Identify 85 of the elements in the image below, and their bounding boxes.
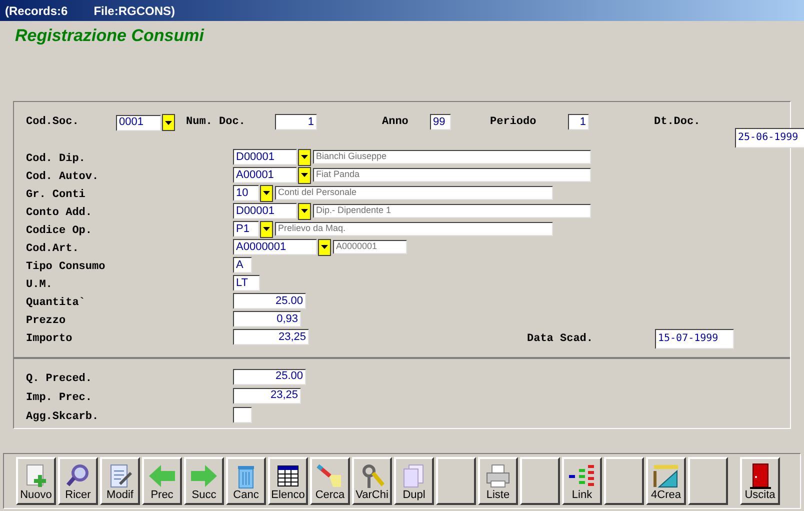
dropdown-button[interactable] [298,166,311,184]
toolbar-button[interactable]: Ricer [58,457,98,505]
empty-toolbar-button[interactable] [520,457,560,505]
field-label: Agg.Skcarb. [26,410,99,422]
toolbar-button[interactable]: Liste [478,457,518,505]
toolbar-button[interactable]: Nuovo [16,457,56,505]
field-label: U.M. [26,279,52,291]
field-label: Dt.Doc. [654,114,700,130]
input-field[interactable]: D00001 [233,203,297,219]
field-label: Prezzo [26,315,66,327]
caret-icon [301,155,308,159]
field-label: Anno [382,114,408,130]
input-field[interactable]: 1 [568,114,589,130]
input-field[interactable]: LT [233,275,260,291]
toolbar-button[interactable]: 4Crea [646,457,686,505]
dropdown-button[interactable] [260,220,273,238]
toolbar-button[interactable]: Succ [184,457,224,505]
toolbar-button[interactable]: Uscita [740,457,780,505]
field-label: Cod.Soc. [26,114,79,130]
field-label: Conto Add. [26,207,92,219]
field-label: Imp. Prec. [26,392,92,404]
input-field[interactable]: 25-06-1999 [735,128,804,148]
toolbar-button[interactable]: VarChi [352,457,392,505]
description-field: Prelievo da Maq. [275,222,553,236]
field-label: Codice Op. [26,225,92,237]
empty-toolbar-button[interactable] [688,457,728,505]
input-field[interactable]: 0,93 [233,311,301,327]
window-title: (Records:6 [5,2,68,20]
empty-toolbar-button[interactable] [436,457,476,505]
description-field: Dip.- Dipendente 1 [313,204,591,218]
field-label: Q. Preced. [26,372,92,384]
field-label: Importo [26,333,72,345]
field-label: Cod.Art. [26,243,79,255]
field-label: Quantita` [26,297,86,309]
caret-icon [301,173,308,177]
left-arrow-icon [147,463,177,489]
input-field[interactable]: A [233,257,252,273]
description-field: Conti del Personale [275,186,553,200]
dropdown-button[interactable] [298,202,311,220]
caret-icon [301,209,308,213]
form-heading: Registrazione Consumi [15,26,204,45]
input-field[interactable]: 99 [430,114,451,130]
toolbar-button[interactable]: Prec [142,457,182,505]
toolbar-button[interactable]: Modif [100,457,140,505]
caret-icon [321,245,328,249]
field-label: Cod. Dip. [26,153,86,165]
toolbar-button[interactable]: Canc [226,457,266,505]
input-field[interactable]: A00001 [233,167,297,183]
caret-icon [165,120,172,124]
input-field[interactable]: 23,25 [233,329,309,345]
input-field[interactable]: 23,25 [233,388,301,404]
caret-icon [263,191,270,195]
window-title: File:RGCONS) [94,2,176,20]
dropdown-button[interactable] [162,114,175,131]
description-field: Fiat Panda [313,168,591,182]
input-field[interactable] [233,406,252,422]
description-field: A0000001 [333,240,407,254]
right-arrow-icon [189,463,219,489]
dropdown-button[interactable] [318,238,331,256]
input-field[interactable]: 15-07-1999 [655,329,734,349]
toolbar-button[interactable]: Dupl [394,457,434,505]
dropdown-button[interactable] [260,184,273,202]
field-label: Gr. Conti [26,189,86,201]
toolbar-button[interactable]: Cerca [310,457,350,505]
field-label: Cod. Autov. [26,171,99,183]
tree-diagram-icon [567,463,597,489]
input-field[interactable]: 0001 [116,114,161,130]
input-field[interactable]: P1 [233,221,259,237]
field-label: Tipo Consumo [26,261,106,273]
description-field: Bianchi Giuseppe [313,150,591,164]
input-field[interactable]: 1 [275,114,317,130]
ruler-triangle-icon [651,463,681,489]
input-field[interactable]: A0000001 [233,239,317,255]
toolbar-button[interactable]: Elenco [268,457,308,505]
toolbar-button[interactable]: Link [562,457,602,505]
field-label: Periodo [490,114,536,130]
field-label: Data Scad. [527,332,594,347]
input-field[interactable]: 25.00 [233,368,306,384]
input-field[interactable]: D00001 [233,149,297,165]
field-label: Num. Doc. [186,114,246,130]
empty-toolbar-button[interactable] [604,457,644,505]
input-field[interactable]: 10 [233,185,259,201]
input-field[interactable]: 25.00 [233,293,306,309]
dropdown-button[interactable] [298,148,311,166]
caret-icon [263,227,270,231]
